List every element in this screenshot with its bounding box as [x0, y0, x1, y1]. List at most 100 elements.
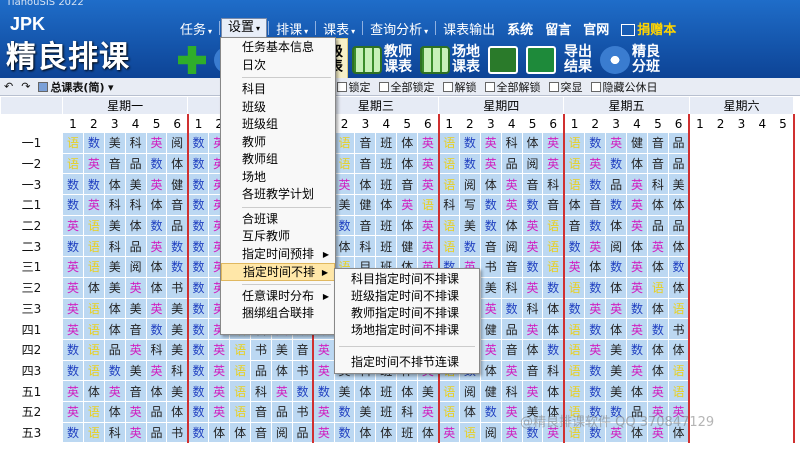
- lesson-cell[interactable]: 品: [500, 318, 523, 340]
- lesson-cell[interactable]: 语: [563, 338, 586, 361]
- lesson-cell[interactable]: 体: [270, 359, 293, 382]
- lesson-cell[interactable]: 科: [438, 194, 460, 216]
- lesson-cell[interactable]: 语: [229, 380, 252, 402]
- lesson-cell[interactable]: 体: [417, 421, 440, 444]
- lesson-cell[interactable]: 品: [270, 400, 293, 423]
- lesson-cell[interactable]: 英: [124, 276, 147, 299]
- lesson-cell[interactable]: 体: [521, 132, 544, 154]
- lesson-cell[interactable]: 数: [605, 256, 628, 278]
- lesson-cell[interactable]: 音: [479, 235, 502, 258]
- lesson-cell[interactable]: [772, 297, 795, 320]
- lesson-cell[interactable]: 语: [542, 214, 565, 237]
- lesson-cell[interactable]: 美: [417, 380, 440, 402]
- lesson-cell[interactable]: [709, 276, 732, 299]
- lesson-cell[interactable]: 体: [646, 194, 669, 216]
- lesson-cell[interactable]: [772, 194, 795, 216]
- lesson-cell[interactable]: 音: [166, 194, 189, 216]
- lesson-cell[interactable]: 美: [605, 338, 628, 361]
- lesson-cell[interactable]: [688, 194, 711, 216]
- lesson-cell[interactable]: 英: [312, 400, 335, 423]
- menu-item-7[interactable]: 留言: [539, 19, 577, 38]
- lesson-cell[interactable]: [709, 235, 732, 258]
- lesson-cell[interactable]: 数: [187, 256, 210, 278]
- lesson-cell[interactable]: 美: [124, 297, 147, 320]
- lesson-cell[interactable]: 阅: [500, 235, 523, 258]
- lesson-cell[interactable]: [688, 276, 711, 299]
- lesson-cell[interactable]: 体: [646, 338, 669, 361]
- lesson-cell[interactable]: 品: [667, 214, 691, 237]
- lesson-cell[interactable]: 美: [479, 276, 502, 299]
- lesson-cell[interactable]: [751, 338, 774, 361]
- lesson-cell[interactable]: 语: [82, 256, 105, 278]
- lesson-cell[interactable]: [772, 256, 795, 278]
- lesson-cell[interactable]: [730, 194, 753, 216]
- lesson-cell[interactable]: 英: [500, 194, 523, 216]
- lesson-cell[interactable]: 体: [667, 235, 691, 258]
- lesson-cell[interactable]: 数: [458, 235, 481, 258]
- lesson-cell[interactable]: 体: [82, 380, 105, 402]
- lesson-cell[interactable]: 数: [333, 421, 356, 444]
- lesson-cell[interactable]: 语: [438, 173, 460, 196]
- lesson-cell[interactable]: 数: [187, 194, 210, 216]
- dropdown-item[interactable]: 指定时间不排 ▶: [221, 263, 335, 281]
- lesson-cell[interactable]: 英: [124, 338, 147, 361]
- lesson-cell[interactable]: 美: [333, 380, 356, 402]
- lesson-cell[interactable]: 英: [417, 235, 440, 258]
- lesson-cell[interactable]: 体: [145, 276, 168, 299]
- view-select[interactable]: 总课表(简) ▾: [34, 79, 117, 95]
- lesson-cell[interactable]: [688, 256, 711, 278]
- lesson-cell[interactable]: 体: [605, 276, 628, 299]
- lesson-cell[interactable]: 体: [667, 276, 691, 299]
- lesson-cell[interactable]: [688, 132, 711, 154]
- lesson-cell[interactable]: 英: [584, 152, 607, 175]
- lesson-cell[interactable]: 语: [563, 276, 586, 299]
- lesson-cell[interactable]: [772, 276, 795, 299]
- lesson-cell[interactable]: 英: [417, 214, 440, 237]
- lesson-cell[interactable]: 体: [354, 380, 377, 402]
- lesson-cell[interactable]: 体: [605, 318, 628, 340]
- lesson-cell[interactable]: 体: [563, 194, 586, 216]
- lesson-cell[interactable]: 语: [438, 132, 460, 154]
- lesson-cell[interactable]: [772, 173, 795, 196]
- lesson-cell[interactable]: 书: [166, 276, 189, 299]
- lesson-cell[interactable]: 数: [62, 421, 84, 444]
- lesson-cell[interactable]: [730, 297, 753, 320]
- lesson-cell[interactable]: 英: [563, 256, 586, 278]
- lesson-cell[interactable]: 英: [521, 380, 544, 402]
- lesson-cell[interactable]: 英: [62, 276, 84, 299]
- lesson-cell[interactable]: 英: [626, 318, 648, 340]
- lesson-cell[interactable]: 语: [229, 400, 252, 423]
- submenu-item[interactable]: 指定时间不排节连课: [335, 354, 479, 371]
- lesson-cell[interactable]: 品: [166, 214, 189, 237]
- lesson-cell[interactable]: 英: [62, 256, 84, 278]
- lesson-cell[interactable]: 美: [103, 132, 126, 154]
- lesson-cell[interactable]: [688, 235, 711, 258]
- lesson-cell[interactable]: 体: [145, 256, 168, 278]
- lesson-cell[interactable]: 美: [605, 359, 628, 382]
- submenu-item[interactable]: 教师指定时间不排课: [335, 305, 479, 322]
- lesson-cell[interactable]: 班: [375, 173, 398, 196]
- lesson-cell[interactable]: 语: [82, 338, 105, 361]
- lesson-cell[interactable]: 数: [479, 194, 502, 216]
- lesson-cell[interactable]: 数: [187, 400, 210, 423]
- lesson-cell[interactable]: 美: [605, 380, 628, 402]
- lesson-cell[interactable]: 体: [542, 297, 565, 320]
- lesson-cell[interactable]: 班: [396, 421, 419, 444]
- lesson-cell[interactable]: 美: [166, 338, 189, 361]
- lesson-cell[interactable]: 科: [103, 235, 126, 258]
- lesson-cell[interactable]: 健: [166, 173, 189, 196]
- lesson-cell[interactable]: 英: [542, 152, 565, 175]
- lesson-cell[interactable]: 数: [626, 338, 648, 361]
- menu-item-0[interactable]: 任务 ▾: [174, 19, 218, 38]
- lesson-cell[interactable]: 英: [312, 421, 335, 444]
- lesson-cell[interactable]: 音: [396, 173, 419, 196]
- lesson-cell[interactable]: 数: [542, 276, 565, 299]
- lesson-cell[interactable]: 体: [103, 297, 126, 320]
- lesson-cell[interactable]: 品: [500, 152, 523, 175]
- lesson-cell[interactable]: 班: [375, 380, 398, 402]
- lesson-cell[interactable]: 健: [354, 194, 377, 216]
- submenu-item[interactable]: 班级指定时间不排课: [335, 288, 479, 305]
- lesson-cell[interactable]: 音: [542, 194, 565, 216]
- lesson-cell[interactable]: [772, 152, 795, 175]
- lesson-cell[interactable]: 英: [208, 400, 231, 423]
